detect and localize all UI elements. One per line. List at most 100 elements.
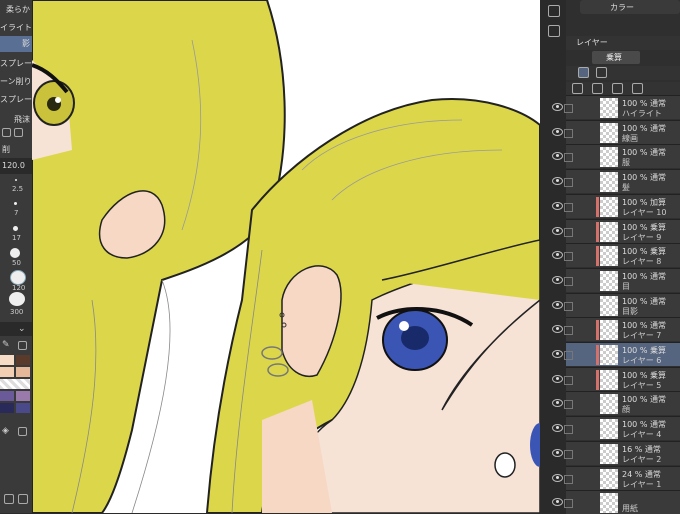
visibility-eye-icon[interactable] bbox=[552, 275, 563, 284]
folder-icon[interactable] bbox=[592, 83, 603, 94]
visibility-eye-icon[interactable] bbox=[552, 103, 563, 111]
duplicate-icon[interactable] bbox=[14, 128, 23, 137]
layer-opacity: 100 % bbox=[622, 370, 648, 380]
swatch[interactable] bbox=[0, 391, 14, 401]
clip-icon[interactable] bbox=[578, 67, 589, 78]
layer-checkbox[interactable] bbox=[564, 128, 573, 138]
layer-checkbox[interactable] bbox=[564, 425, 573, 435]
swatch[interactable] bbox=[16, 391, 30, 401]
size-option-label[interactable]: 300 bbox=[10, 308, 23, 316]
swatch[interactable] bbox=[0, 403, 14, 413]
layer-name: 目影 bbox=[622, 306, 638, 316]
layer-checkbox[interactable] bbox=[564, 499, 573, 509]
layer-checkbox[interactable] bbox=[564, 104, 573, 113]
layer-checkbox[interactable] bbox=[564, 153, 573, 163]
brush-item-6[interactable]: 飛沫 bbox=[0, 112, 32, 128]
drawing-canvas[interactable] bbox=[32, 0, 540, 513]
layer-thumbnail bbox=[600, 419, 618, 440]
visibility-eye-icon[interactable] bbox=[552, 448, 563, 457]
layer-checkbox[interactable] bbox=[564, 474, 573, 484]
layer-row[interactable]: 用紙 bbox=[552, 490, 680, 514]
trash-icon[interactable] bbox=[632, 83, 643, 94]
layer-row[interactable]: 100 % 通常 ハイライト bbox=[552, 95, 680, 119]
tab-color[interactable]: カラー bbox=[580, 0, 680, 14]
layer-row[interactable]: 100 % 通常 目影 bbox=[552, 292, 680, 317]
layer-checkbox[interactable] bbox=[564, 301, 573, 311]
download-icon[interactable] bbox=[548, 25, 560, 37]
size-option-label[interactable]: 17 bbox=[12, 234, 21, 242]
blend-mode-select[interactable]: 乗算 bbox=[592, 51, 640, 64]
color-wheel-icon[interactable] bbox=[548, 5, 560, 17]
brush-item-4[interactable]: ーン削り bbox=[0, 74, 32, 90]
size-option-label[interactable]: 2.5 bbox=[12, 185, 23, 193]
layer-row[interactable]: 100 % 乗算 レイヤー 9 bbox=[552, 218, 680, 243]
layer-checkbox[interactable] bbox=[564, 326, 573, 336]
new-brush-icon[interactable] bbox=[2, 128, 11, 137]
swatch[interactable] bbox=[16, 355, 30, 365]
layout-icon[interactable] bbox=[18, 494, 28, 504]
size-option-label[interactable]: 7 bbox=[14, 209, 18, 217]
visibility-eye-icon[interactable] bbox=[552, 300, 563, 309]
layer-checkbox[interactable] bbox=[564, 202, 573, 212]
layer-checkbox[interactable] bbox=[564, 252, 573, 262]
layer-row[interactable]: 100 % 通常目 bbox=[552, 267, 680, 292]
frame-icon[interactable] bbox=[18, 341, 27, 350]
layer-checkbox[interactable] bbox=[564, 351, 573, 360]
brush-item-2[interactable]: 影 bbox=[0, 36, 32, 52]
layer-checkbox[interactable] bbox=[564, 276, 573, 286]
layer-checkbox[interactable] bbox=[564, 375, 573, 385]
brush-size-field[interactable]: 120.0 bbox=[0, 158, 32, 174]
brush-item-3[interactable]: スプレー bbox=[0, 56, 32, 72]
layer-row[interactable]: 100 % 通常 線画 bbox=[552, 119, 680, 144]
swatch[interactable] bbox=[16, 367, 30, 377]
brush-icon[interactable]: ✎ bbox=[2, 340, 10, 350]
layer-thumbnail bbox=[600, 369, 618, 390]
layer-row[interactable]: 100 % 通常服 bbox=[552, 144, 680, 169]
layer-row[interactable]: 24 % 通常 レイヤー 1 bbox=[552, 465, 680, 490]
brush-size-label: 削 bbox=[0, 142, 32, 158]
layer-row[interactable]: 100 % 通常 レイヤー 7 bbox=[552, 317, 680, 342]
size-dot bbox=[14, 202, 17, 205]
size-option-label[interactable]: 50 bbox=[12, 259, 21, 267]
layer-checkbox[interactable] bbox=[564, 178, 573, 188]
layer-thumbnail bbox=[600, 98, 618, 118]
swatch[interactable] bbox=[0, 355, 14, 365]
tab-layer[interactable]: レイヤー bbox=[566, 36, 680, 50]
layer-thumbnail bbox=[600, 394, 618, 415]
visibility-eye-icon[interactable] bbox=[552, 127, 563, 136]
mask-icon[interactable] bbox=[612, 83, 623, 94]
clip-indicator bbox=[596, 320, 599, 341]
trash-icon[interactable] bbox=[18, 427, 27, 436]
lock-icon[interactable] bbox=[596, 67, 607, 78]
layer-row[interactable]: 100 % 乗算 レイヤー 6 bbox=[552, 342, 680, 366]
size-option-label[interactable]: 120 bbox=[12, 284, 25, 292]
visibility-eye-icon[interactable] bbox=[552, 473, 563, 482]
brush-item-label: 影 bbox=[22, 39, 30, 48]
swatch[interactable] bbox=[0, 367, 14, 377]
visibility-eye-icon[interactable] bbox=[552, 350, 563, 358]
layer-row[interactable]: 100 % 通常髪 bbox=[552, 169, 680, 194]
visibility-eye-icon[interactable] bbox=[552, 226, 563, 235]
transform-icon[interactable] bbox=[4, 494, 14, 504]
new-layer-icon[interactable] bbox=[572, 83, 583, 94]
layer-checkbox[interactable] bbox=[564, 227, 573, 237]
chevron-down-icon[interactable]: ⌄ bbox=[18, 324, 26, 334]
layer-row[interactable]: 16 % 通常 レイヤー 2 bbox=[552, 440, 680, 465]
layer-row[interactable]: 100 % 通常 レイヤー 4 bbox=[552, 416, 680, 441]
layer-checkbox[interactable] bbox=[564, 449, 573, 459]
layer-row[interactable]: 100 % 加算 レイヤー 10 bbox=[552, 193, 680, 218]
brush-item-5[interactable]: スプレー bbox=[0, 92, 32, 108]
swatch[interactable] bbox=[16, 403, 30, 413]
layer-row[interactable]: 100 % 乗算 レイヤー 5 bbox=[552, 366, 680, 391]
visibility-eye-icon[interactable] bbox=[552, 201, 563, 210]
layer-opacity: 100 % bbox=[622, 247, 648, 257]
bucket-icon[interactable]: ◈ bbox=[2, 426, 9, 436]
layer-row[interactable]: 100 % 通常顔 bbox=[552, 391, 680, 416]
transparent-swatch[interactable] bbox=[0, 379, 30, 389]
brush-item-1[interactable]: イライト bbox=[0, 20, 32, 36]
layer-checkbox[interactable] bbox=[564, 400, 573, 410]
brush-item-0[interactable]: 柔らか bbox=[0, 2, 32, 18]
layer-row[interactable]: 100 % 乗算 レイヤー 8 bbox=[552, 243, 680, 268]
brush-item-label: 柔らか bbox=[6, 5, 30, 14]
visibility-eye-icon[interactable] bbox=[552, 374, 563, 383]
